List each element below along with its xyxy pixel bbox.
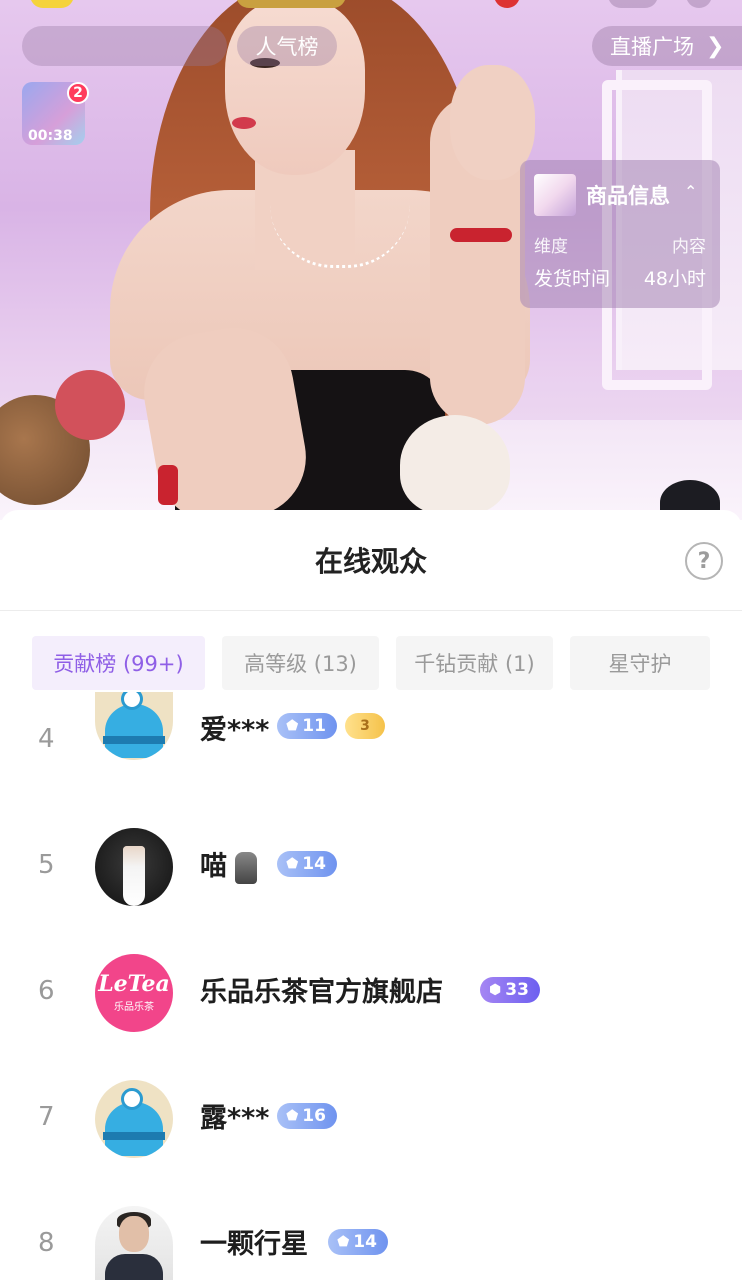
- fan-level-badge: 3: [345, 713, 385, 739]
- viewer-badges: ⬟ 16: [277, 1102, 345, 1130]
- streamer-lips: [232, 117, 256, 129]
- viewer-badges: ⬟ 11 3: [277, 712, 385, 740]
- tab-label: 千钻贡献 (1): [414, 652, 535, 676]
- tab-diamond-contribution[interactable]: 千钻贡献 (1): [396, 636, 553, 690]
- top-bar-pill[interactable]: [236, 0, 346, 8]
- divider: [0, 610, 742, 611]
- red-plush-toy: [55, 370, 125, 440]
- viewer-name-text: 喵: [200, 851, 227, 882]
- letea-logo-sub: 乐品乐茶: [114, 1002, 154, 1013]
- letea-logo: LeTea: [98, 971, 170, 997]
- gem-icon: ⬟: [286, 1108, 299, 1124]
- user-level-badge: ⬟ 16: [277, 1103, 337, 1129]
- header-dimension: 维度: [534, 237, 568, 257]
- user-level-badge: ⬟ 11: [277, 713, 337, 739]
- notification-badge: 2: [67, 82, 89, 104]
- viewer-badges: ⬟ 14: [328, 1228, 396, 1256]
- live-plaza-button[interactable]: 直播广场 ❯: [592, 26, 742, 66]
- online-audience-sheet: 在线观众 ? 贡献榜 (99+) 高等级 (13) 千钻贡献 (1) 星守护 4…: [0, 510, 742, 1280]
- live-plaza-label: 直播广场: [610, 35, 694, 59]
- viewer-rank: 5: [38, 850, 55, 880]
- gem-icon: ⬟: [286, 718, 299, 734]
- user-level-value: 14: [353, 1232, 377, 1252]
- user-level-value: 33: [505, 980, 529, 1000]
- viewer-avatar[interactable]: [95, 1206, 173, 1280]
- viewer-avatar[interactable]: [95, 692, 173, 760]
- viewer-rank: 8: [38, 1228, 55, 1258]
- viewer-avatar[interactable]: [95, 828, 173, 906]
- microphone-icon: [235, 851, 257, 884]
- viewer-row[interactable]: 5 喵 ⬟ 14: [0, 816, 742, 916]
- chevron-up-icon[interactable]: ⌃: [684, 182, 697, 201]
- viewer-name: 一颗行星: [200, 1229, 308, 1260]
- product-info-title: 商品信息: [586, 184, 670, 208]
- help-icon[interactable]: ?: [685, 542, 723, 580]
- tab-high-level[interactable]: 高等级 (13): [222, 636, 379, 690]
- product-table-header: 维度 内容: [534, 232, 706, 257]
- shipping-time-value: 48小时: [643, 268, 706, 290]
- user-level-value: 16: [302, 1106, 326, 1126]
- user-level-value: 11: [302, 716, 326, 736]
- bracelet: [450, 228, 512, 242]
- viewer-badges: ⬟ 14: [277, 850, 345, 878]
- gem-icon: ⬢: [489, 982, 502, 998]
- user-level-badge: ⬢ 33: [480, 977, 540, 1003]
- chevron-right-icon: ❯: [706, 33, 725, 59]
- gem-icon: ⬟: [286, 856, 299, 872]
- viewer-rank: 7: [38, 1102, 55, 1132]
- shipping-time-label: 发货时间: [534, 268, 611, 290]
- gem-icon: ⬟: [337, 1234, 350, 1250]
- mini-video-thumbnail[interactable]: 2 00:38: [22, 82, 89, 145]
- viewer-rank: 6: [38, 976, 55, 1006]
- user-level-badge: ⬟ 14: [328, 1229, 388, 1255]
- viewer-name: 露***: [200, 1103, 270, 1134]
- tab-label: 高等级 (13): [244, 652, 357, 676]
- anchor-info-pill[interactable]: [22, 26, 227, 66]
- video-duration: 00:38: [28, 128, 73, 144]
- tab-label: 贡献榜 (99+): [53, 652, 184, 676]
- tab-contribution[interactable]: 贡献榜 (99+): [32, 636, 205, 690]
- viewer-name: 乐品乐茶官方旗舰店: [200, 977, 443, 1008]
- viewer-row[interactable]: 7 露*** ⬟ 16: [0, 1068, 742, 1168]
- viewer-avatar[interactable]: LeTea 乐品乐茶: [95, 954, 173, 1032]
- viewer-row[interactable]: 8 一颗行星 ⬟ 14: [0, 1194, 742, 1280]
- popularity-rank-button[interactable]: 人气榜: [237, 26, 337, 66]
- tab-star-guard[interactable]: 星守护: [570, 636, 710, 690]
- user-level-value: 14: [302, 854, 326, 874]
- tab-label: 星守护: [608, 652, 672, 676]
- user-level-badge: ⬟ 14: [277, 851, 337, 877]
- bracelet: [158, 465, 178, 505]
- viewer-row[interactable]: 6 LeTea 乐品乐茶 乐品乐茶官方旗舰店 ⬢ 33: [0, 942, 742, 1042]
- product-table-row: 发货时间 48小时: [534, 264, 706, 291]
- viewer-name: 喵: [200, 844, 257, 884]
- popularity-rank-label: 人气榜: [255, 35, 319, 59]
- viewer-badges: ⬢ 33: [480, 976, 548, 1004]
- viewer-avatar[interactable]: [95, 1080, 173, 1158]
- viewer-rank: 4: [38, 724, 55, 754]
- sheet-title: 在线观众: [314, 545, 427, 578]
- product-info-card[interactable]: 商品信息 ⌃ 维度 内容 发货时间 48小时: [520, 160, 720, 308]
- viewer-row[interactable]: 4 爱*** ⬟ 11 3: [0, 690, 742, 790]
- product-thumbnail: [534, 174, 576, 216]
- header-content: 内容: [672, 237, 706, 257]
- viewer-name: 爱***: [200, 715, 270, 746]
- white-plush-toy: [400, 415, 510, 515]
